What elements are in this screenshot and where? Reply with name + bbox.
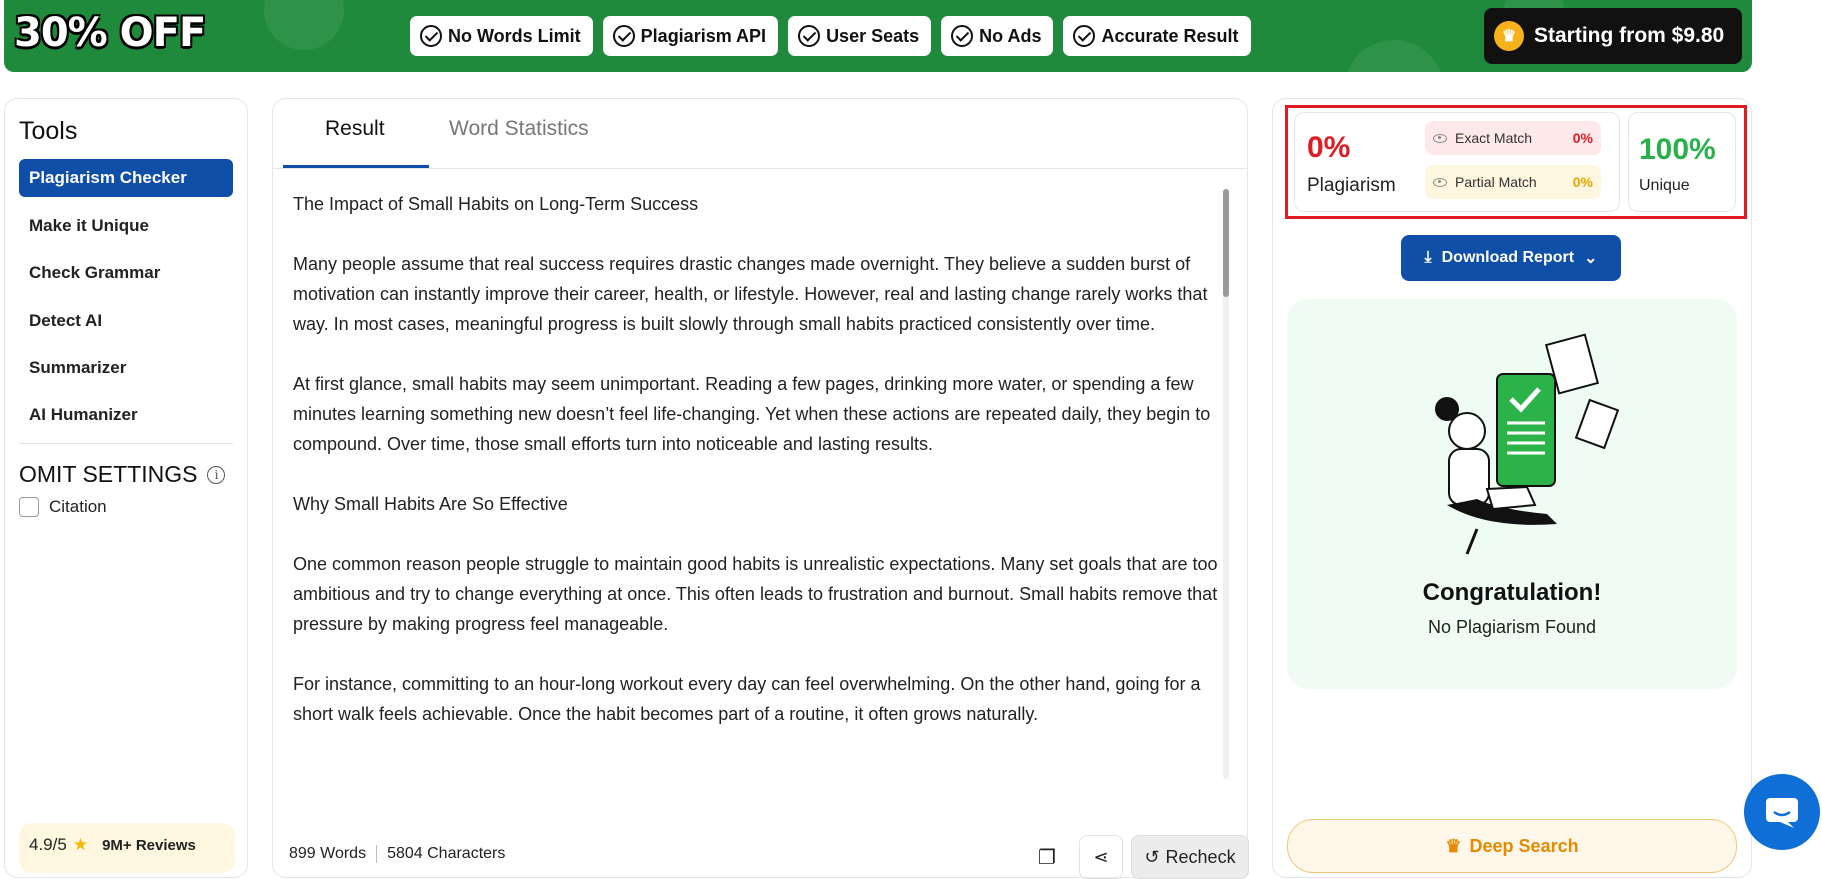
- text-paragraph: Many people assume that real success req…: [293, 254, 1208, 334]
- sidebar-item-make-it-unique[interactable]: Make it Unique: [19, 207, 233, 245]
- eye-icon: [1433, 177, 1447, 187]
- unique-percentage: 100%: [1639, 133, 1716, 166]
- discount-label: 30% OFF: [14, 10, 206, 56]
- check-circle-icon: [1073, 25, 1096, 47]
- unique-card: 100% Unique: [1628, 112, 1736, 212]
- plagiarism-card: 0% Plagiarism Exact Match 0% Partial Mat…: [1294, 112, 1620, 212]
- divider: [19, 443, 233, 444]
- feature-chip: Accurate Result: [1063, 16, 1251, 56]
- tab-word-statistics[interactable]: Word Statistics: [449, 117, 589, 141]
- check-circle-icon: [420, 25, 442, 47]
- deep-search-button[interactable]: ♛ Deep Search: [1287, 819, 1737, 873]
- congratulation-card: Congratulation! No Plagiarism Found: [1287, 299, 1737, 689]
- feature-label: No Words Limit: [448, 25, 581, 46]
- download-report-button[interactable]: ⤓ Download Report ⌄: [1401, 235, 1621, 281]
- pricing-button[interactable]: ♛ Starting from $9.80: [1484, 8, 1742, 64]
- omit-settings-header: OMIT SETTINGS i: [19, 461, 226, 488]
- partial-match-row[interactable]: Partial Match 0%: [1425, 165, 1601, 199]
- exact-match-label: Exact Match: [1455, 130, 1533, 146]
- highlight-box: 0% Plagiarism Exact Match 0% Partial Mat…: [1285, 105, 1747, 219]
- congrats-subtitle: No Plagiarism Found: [1427, 617, 1597, 637]
- star-icon: ★: [72, 835, 89, 854]
- text-paragraph: At first glance, small habits may seem u…: [293, 374, 1211, 454]
- character-count: 5804 Characters: [387, 845, 506, 862]
- feature-chip: No Ads: [941, 16, 1054, 56]
- text-paragraph: The Impact of Small Habits on Long-Term …: [293, 194, 699, 214]
- partial-match-label: Partial Match: [1455, 174, 1537, 190]
- sidebar-title: Tools: [19, 117, 78, 145]
- chat-support-button[interactable]: [1744, 774, 1820, 850]
- download-label: Download Report: [1441, 249, 1575, 266]
- sidebar-item-ai-humanizer[interactable]: AI Humanizer: [19, 396, 233, 434]
- sidebar-item-plagiarism-checker[interactable]: Plagiarism Checker: [19, 159, 233, 197]
- copy-icon[interactable]: ❐: [1027, 839, 1067, 875]
- omit-settings-title: OMIT SETTINGS: [19, 461, 198, 487]
- feature-label: Plagiarism API: [640, 25, 767, 46]
- feature-label: User Seats: [826, 25, 920, 46]
- chevron-down-icon: ⌄: [1584, 250, 1598, 267]
- deep-search-label: Deep Search: [1469, 836, 1579, 856]
- text-counts: 899 Words 5804 Characters: [289, 845, 505, 863]
- refresh-icon: ↺: [1144, 846, 1160, 867]
- feature-chips: No Words Limit Plagiarism API User Seats…: [410, 16, 1251, 56]
- feature-chip: Plagiarism API: [602, 16, 779, 56]
- result-editor: Result Word Statistics The Impact of Sma…: [272, 98, 1249, 879]
- divider: [376, 845, 378, 863]
- crown-icon: ♛: [1445, 836, 1462, 856]
- plagiarism-percentage: 0%: [1307, 131, 1351, 164]
- feature-chip: User Seats: [788, 16, 932, 56]
- rating-badge: 4.9/5 ★ 9M+ Reviews: [19, 823, 235, 873]
- recheck-button[interactable]: ↺ Recheck: [1131, 835, 1249, 879]
- reviews-count: 9M+ Reviews: [102, 837, 196, 854]
- partial-match-value: 0%: [1572, 174, 1593, 190]
- feature-label: Accurate Result: [1101, 25, 1239, 46]
- price-label: Starting from $9.80: [1534, 24, 1725, 47]
- feature-chip: No Words Limit: [410, 16, 593, 56]
- word-count: 899 Words: [289, 845, 367, 862]
- promo-banner[interactable]: 30% OFF No Words Limit Plagiarism API Us…: [4, 0, 1752, 72]
- congrats-title: Congratulation!: [1422, 579, 1602, 606]
- result-tabs: Result Word Statistics: [273, 99, 1247, 169]
- citation-checkbox[interactable]: [19, 497, 39, 517]
- unique-label: Unique: [1639, 177, 1690, 194]
- check-circle-icon: [612, 25, 635, 47]
- info-icon[interactable]: i: [207, 465, 226, 484]
- rating-value: 4.9/5: [29, 835, 67, 854]
- text-paragraph: One common reason people struggle to mai…: [293, 554, 1218, 634]
- document-text[interactable]: The Impact of Small Habits on Long-Term …: [293, 189, 1223, 779]
- share-icon[interactable]: ⋖: [1079, 835, 1123, 879]
- recheck-label: Recheck: [1165, 846, 1236, 867]
- plagiarism-label: Plagiarism: [1307, 175, 1396, 196]
- tab-result[interactable]: Result: [325, 117, 385, 141]
- eye-icon: [1433, 133, 1447, 143]
- sidebar-item-detect-ai[interactable]: Detect AI: [19, 302, 233, 340]
- feature-label: No Ads: [979, 25, 1042, 46]
- tools-sidebar: Tools Plagiarism Checker Make it Unique …: [4, 98, 248, 878]
- download-icon: ⤓: [1424, 249, 1432, 266]
- sidebar-item-check-grammar[interactable]: Check Grammar: [19, 254, 233, 292]
- crown-icon: ♛: [1494, 21, 1524, 51]
- results-panel: 0% Plagiarism Exact Match 0% Partial Mat…: [1272, 98, 1752, 878]
- chat-icon: [1766, 798, 1798, 828]
- sidebar-item-summarizer[interactable]: Summarizer: [19, 349, 233, 387]
- success-illustration: [1435, 333, 1620, 555]
- check-circle-icon: [798, 25, 821, 47]
- editor-footer: 899 Words 5804 Characters ❐ ⋖ ↺ Recheck: [289, 835, 1249, 879]
- text-paragraph: Why Small Habits Are So Effective: [293, 494, 568, 514]
- text-paragraph: For instance, committing to an hour-long…: [293, 674, 1201, 724]
- exact-match-value: 0%: [1572, 130, 1593, 146]
- citation-label: Citation: [49, 497, 107, 516]
- citation-option[interactable]: Citation: [19, 497, 107, 517]
- active-tab-indicator: [283, 165, 429, 168]
- text-scrollbar[interactable]: [1223, 189, 1229, 779]
- exact-match-row[interactable]: Exact Match 0%: [1425, 121, 1601, 155]
- check-circle-icon: [951, 25, 974, 47]
- scrollbar-thumb[interactable]: [1223, 189, 1229, 297]
